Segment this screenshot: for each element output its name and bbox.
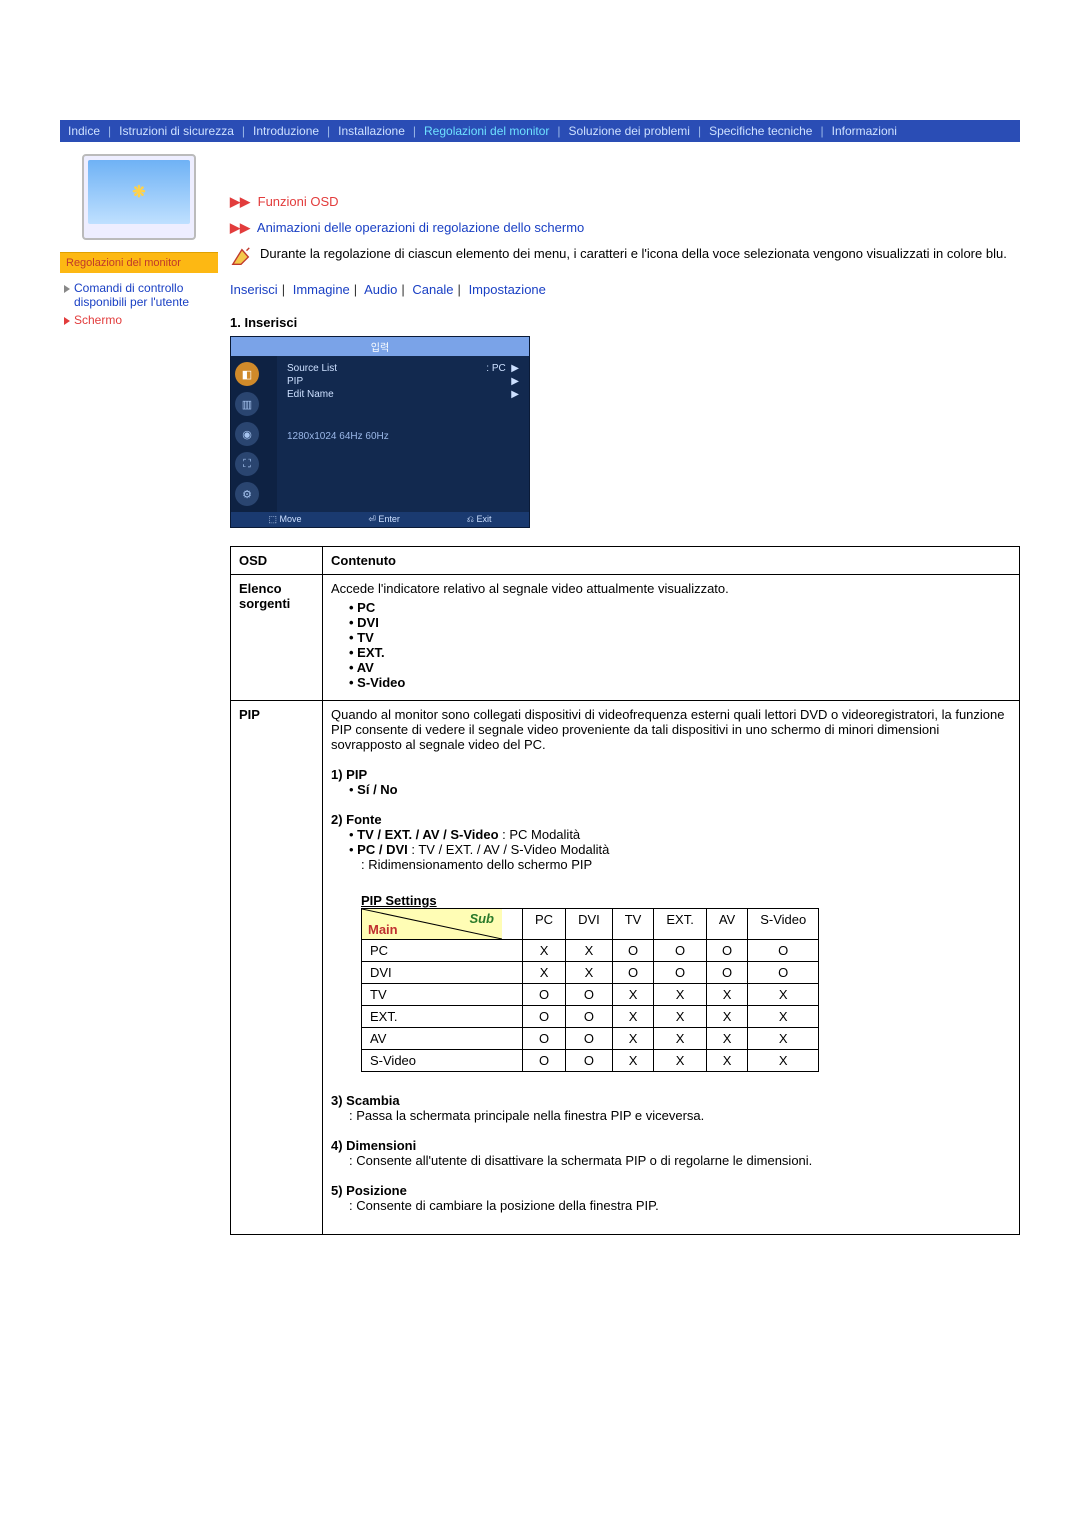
link-animazioni[interactable]: Animazioni delle operazioni di regolazio…: [257, 220, 584, 235]
tab-immagine[interactable]: Immagine: [293, 282, 350, 297]
triangle-icon: [64, 285, 70, 293]
osd-icon-picture: ▥: [235, 392, 259, 416]
top-nav: Indice| Istruzioni di sicurezza| Introdu…: [60, 120, 1020, 142]
nav-soluzione[interactable]: Soluzione dei problemi: [569, 124, 690, 138]
info-text: Durante la regolazione di ciascun elemen…: [260, 246, 1007, 268]
pip-settings-title: PIP Settings: [361, 893, 1011, 908]
osd-table: OSD Contenuto Elenco sorgenti Accede l'i…: [230, 546, 1020, 1235]
main-content: ▶▶ Funzioni OSD ▶▶ Animazioni delle oper…: [218, 142, 1020, 1235]
pip-matrix-table: Main Sub PC DVI TV EXT. AV S-V: [361, 908, 819, 1072]
nav-informazioni[interactable]: Informazioni: [832, 124, 897, 138]
nav-istruzioni[interactable]: Istruzioni di sicurezza: [119, 124, 234, 138]
osd-shot-title: 입력: [231, 337, 529, 356]
tab-audio[interactable]: Audio: [364, 282, 397, 297]
link-funzioni-osd[interactable]: Funzioni OSD: [258, 194, 339, 209]
table-row: Elenco sorgenti Accede l'indicatore rela…: [231, 575, 1020, 701]
double-arrow-icon: ▶▶: [230, 220, 250, 236]
section-heading-inserisci: 1. Inserisci: [230, 315, 1020, 330]
osd-icon-setup: ⚙: [235, 482, 259, 506]
nav-installazione[interactable]: Installazione: [338, 124, 405, 138]
pip-corner-cell: Main Sub: [362, 909, 523, 940]
sidebar-link-label: Comandi di controllo disponibili per l'u…: [74, 281, 214, 309]
triangle-icon: [64, 317, 70, 325]
tab-canale[interactable]: Canale: [412, 282, 453, 297]
cell-content: Accede l'indicatore relativo al segnale …: [323, 575, 1020, 701]
tab-links: Inserisci| Immagine| Audio| Canale| Impo…: [230, 282, 1020, 297]
osd-screenshot: 입력 ◧ ▥ ◉ ⛶ ⚙ Source List : PC ▶: [230, 336, 530, 528]
sidebar-link-comandi[interactable]: Comandi di controllo disponibili per l'u…: [64, 279, 214, 311]
sidebar-link-schermo[interactable]: Schermo: [64, 311, 214, 329]
cell-osd: PIP: [231, 701, 323, 1235]
nav-introduzione[interactable]: Introduzione: [253, 124, 319, 138]
monitor-thumbnail: ❋: [60, 142, 218, 252]
osd-item-source-list: Source List : PC ▶: [283, 362, 523, 375]
osd-item-edit-name: Edit Name ▶: [283, 388, 523, 401]
osd-item-pip: PIP ▶: [283, 375, 523, 388]
osd-icon-sound: ◉: [235, 422, 259, 446]
cell-osd: Elenco sorgenti: [231, 575, 323, 701]
th-contenuto: Contenuto: [323, 547, 1020, 575]
tab-inserisci[interactable]: Inserisci: [230, 282, 278, 297]
osd-resolution: 1280x1024 64Hz 60Hz: [283, 401, 523, 444]
tab-impostazione[interactable]: Impostazione: [469, 282, 546, 297]
th-osd: OSD: [231, 547, 323, 575]
double-arrow-icon: ▶▶: [230, 194, 250, 210]
nav-regolazioni[interactable]: Regolazioni del monitor: [424, 124, 549, 138]
osd-icon-input: ◧: [235, 362, 259, 386]
osd-icon-channel: ⛶: [235, 452, 259, 476]
sidebar-title: Regolazioni del monitor: [60, 252, 218, 273]
table-row: PIP Quando al monitor sono collegati dis…: [231, 701, 1020, 1235]
sidebar: ❋ Regolazioni del monitor Comandi di con…: [60, 142, 218, 1235]
cell-content: Quando al monitor sono collegati disposi…: [323, 701, 1020, 1235]
osd-footer: ⬚ Move ⏎ Enter ⎌ Exit: [231, 512, 529, 527]
nav-specifiche[interactable]: Specifiche tecniche: [709, 124, 812, 138]
sidebar-link-label: Schermo: [74, 313, 122, 327]
info-icon: [230, 246, 252, 268]
nav-indice[interactable]: Indice: [68, 124, 100, 138]
